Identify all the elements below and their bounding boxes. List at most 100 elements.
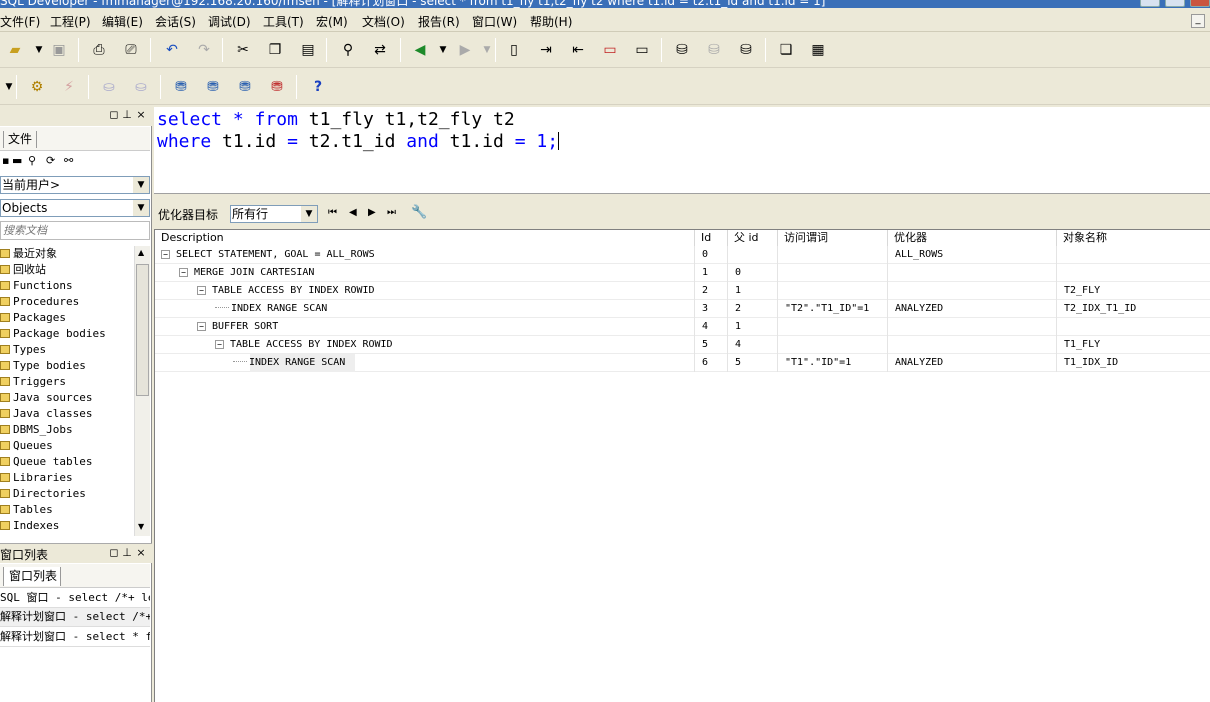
menu-file[interactable]: 文件(F) <box>0 13 40 30</box>
rollback-icon[interactable]: ⛀ <box>132 78 150 96</box>
copy-icon[interactable]: ❐ <box>266 41 284 59</box>
uncomment-icon[interactable]: ▭ <box>633 41 651 59</box>
table-row[interactable]: − TABLE ACCESS BY INDEX ROWID 2 1 T2_FLY <box>155 282 1210 300</box>
table-row[interactable]: − MERGE JOIN CARTESIAN 1 0 <box>155 264 1210 282</box>
replace-icon[interactable]: ⇄ <box>371 41 389 59</box>
tree-scrollbar[interactable]: ▲ ▼ <box>134 246 150 536</box>
close-panel-icon[interactable]: × <box>135 109 147 121</box>
menu-macro[interactable]: 宏(M) <box>316 13 348 30</box>
column-header[interactable]: 父 id <box>728 230 778 246</box>
tree-item[interactable]: Package bodies <box>0 326 106 342</box>
filter-icon[interactable]: ▪ <box>2 154 9 167</box>
scroll-down-icon[interactable]: ▼ <box>138 522 144 531</box>
tree-item[interactable]: Java classes <box>0 406 92 422</box>
print-setup-icon[interactable]: ⎚ <box>122 41 140 59</box>
print-icon[interactable]: ⎙ <box>90 41 108 59</box>
tile-windows-icon[interactable]: ▦ <box>809 41 827 59</box>
collapse-node-icon[interactable]: − <box>179 268 188 277</box>
user-filter-select[interactable]: 当前用户> ▼ <box>0 176 150 194</box>
menu-report[interactable]: 报告(R) <box>418 13 460 30</box>
wrench-icon[interactable]: 🔧 <box>411 205 427 220</box>
tree-item[interactable]: Type bodies <box>0 358 86 374</box>
tree-item[interactable]: Functions <box>0 278 73 294</box>
tree-item[interactable]: 最近对象 <box>0 246 57 262</box>
log-on-icon[interactable]: ⛃ <box>172 78 190 96</box>
menu-document[interactable]: 文档(O) <box>362 13 405 30</box>
cascade-windows-icon[interactable]: ❏ <box>777 41 795 59</box>
tree-item[interactable]: Types <box>0 342 46 358</box>
back-icon[interactable]: ◀ <box>411 41 429 59</box>
collapse-node-icon[interactable]: − <box>215 340 224 349</box>
back-dropdown-icon[interactable]: ▼ <box>434 41 452 59</box>
collapse-node-icon[interactable]: − <box>197 322 206 331</box>
scrollbar-thumb[interactable] <box>136 264 149 396</box>
restore-icon[interactable]: ◻ <box>108 109 120 121</box>
tab-files[interactable]: 文件 <box>3 131 38 148</box>
menu-help[interactable]: 帮助(H) <box>530 13 572 30</box>
tree-item[interactable]: Directories <box>0 486 86 502</box>
table-row[interactable]: − TABLE ACCESS BY INDEX ROWID 5 4 T1_FLY <box>155 336 1210 354</box>
optimizer-goal-select[interactable]: 所有行 ▼ <box>230 205 318 223</box>
tree-item[interactable]: 回收站 <box>0 262 46 278</box>
menu-session[interactable]: 会话(S) <box>155 13 196 30</box>
menu-debug[interactable]: 调试(D) <box>208 13 251 30</box>
next-record-icon[interactable]: ▶ <box>368 207 376 218</box>
find-object-icon[interactable]: ⚲ <box>28 154 36 167</box>
tree-item[interactable]: Triggers <box>0 374 66 390</box>
restore-icon[interactable]: ◻ <box>108 547 120 559</box>
minimize-window-button[interactable] <box>1140 0 1160 7</box>
window-list-item[interactable]: SQL 窗口 - select /*+ leading <box>0 589 150 608</box>
forward-dropdown-icon[interactable]: ▼ <box>478 41 496 59</box>
save-icon[interactable]: ▣ <box>50 41 68 59</box>
column-header[interactable]: 优化器 <box>888 230 1057 246</box>
execute-icon[interactable]: ⚙ <box>28 78 46 96</box>
last-record-icon[interactable]: ⏭ <box>387 207 396 218</box>
find-icon[interactable]: ⚲ <box>339 41 357 59</box>
menu-window[interactable]: 窗口(W) <box>472 13 517 30</box>
column-header[interactable]: Id <box>695 230 728 246</box>
comment-icon[interactable]: ▭ <box>601 41 619 59</box>
help-icon[interactable]: ? <box>309 78 327 96</box>
open-icon[interactable]: ▰ <box>6 41 24 59</box>
open-dropdown-icon[interactable]: ▼ <box>30 41 48 59</box>
sql-database-icon[interactable]: ⛃ <box>204 78 222 96</box>
tab-window-list[interactable]: 窗口列表 <box>3 567 62 586</box>
previous-record-icon[interactable]: ◀ <box>349 207 357 218</box>
cut-icon[interactable]: ✂ <box>234 41 252 59</box>
table-row[interactable]: INDEX RANGE SCAN 6 5 "T1"."ID"=1 ANALYZED T1_… <box>155 354 1210 372</box>
redo-icon[interactable]: ↷ <box>195 41 213 59</box>
link-icon[interactable]: ⚯ <box>64 154 73 167</box>
commit-icon[interactable]: ⛀ <box>100 78 118 96</box>
break-icon[interactable]: ⚡ <box>60 78 78 96</box>
search-input[interactable] <box>0 221 150 240</box>
tree-item[interactable]: Queues <box>0 438 53 454</box>
tree-item[interactable]: Packages <box>0 310 66 326</box>
refresh-icon[interactable]: ⟳ <box>46 154 55 167</box>
close-panel-icon[interactable]: × <box>135 547 147 559</box>
collapse-node-icon[interactable]: − <box>197 286 206 295</box>
pin-icon[interactable]: ⊥ <box>121 109 133 121</box>
column-header[interactable]: 对象名称 <box>1057 230 1210 246</box>
tree-item[interactable]: Indexes <box>0 518 59 534</box>
unindent-icon[interactable]: ⇤ <box>569 41 587 59</box>
collapse-icon[interactable]: ▬ <box>12 154 22 167</box>
macro-record-icon[interactable]: ⛁ <box>673 41 691 59</box>
tree-item[interactable]: Queue tables <box>0 454 92 470</box>
first-record-icon[interactable]: ⏮ <box>328 207 337 218</box>
tree-item[interactable]: Tables <box>0 502 53 518</box>
macro-stop-icon[interactable]: ⛁ <box>705 41 723 59</box>
tree-item[interactable]: Libraries <box>0 470 73 486</box>
mdi-minimize-button[interactable]: _ <box>1191 14 1205 28</box>
document-icon[interactable]: ▯ <box>505 41 523 59</box>
table-row[interactable]: − SELECT STATEMENT, GOAL = ALL_ROWS 0 ALL_R… <box>155 246 1210 264</box>
tree-item[interactable]: Procedures <box>0 294 79 310</box>
sql-editor[interactable]: select * from t1_fly t1,t2_fly t2 where … <box>154 107 1210 194</box>
table-row[interactable]: − BUFFER SORT 4 1 <box>155 318 1210 336</box>
paste-icon[interactable]: ▤ <box>299 41 317 59</box>
menu-edit[interactable]: 编辑(E) <box>102 13 143 30</box>
object-type-select[interactable]: Objects ▼ <box>0 199 150 217</box>
maximize-window-button[interactable] <box>1165 0 1185 7</box>
column-header[interactable]: Description <box>155 230 695 246</box>
menu-project[interactable]: 工程(P) <box>50 13 91 30</box>
log-off-icon[interactable]: ⛃ <box>268 78 286 96</box>
